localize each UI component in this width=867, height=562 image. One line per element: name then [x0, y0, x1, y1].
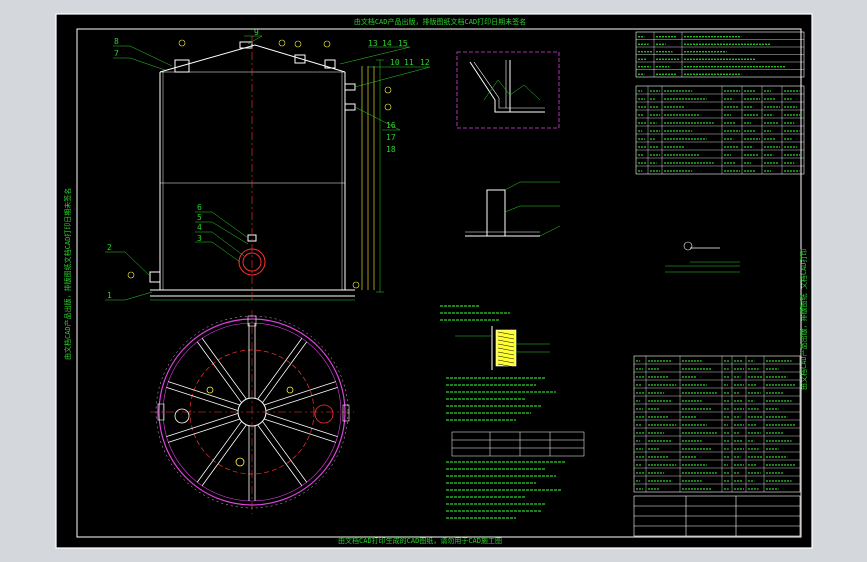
- callout-17: 17: [386, 133, 396, 142]
- callout-7: 7: [114, 49, 119, 58]
- callout-15: 15: [398, 39, 408, 48]
- callout-2: 2: [107, 243, 112, 252]
- callout-4: 4: [197, 223, 202, 232]
- callout-16: 16: [386, 121, 396, 130]
- cad-drawing-sheet: 由文档CAD产品出版，排版图纸文档CAD打印日期未签名 由文档CAD打印生成的C…: [55, 13, 813, 549]
- bottom-banner: 由文档CAD打印生成的CAD图纸，请勿用于CAD施工图: [338, 536, 502, 545]
- left-banner: 由文档CAD产品出版，排版图纸文档CAD打印日期未签名: [63, 188, 72, 360]
- callout-6: 6: [197, 203, 202, 212]
- right-banner: 由文档CAD产品出版，排版图纸 文档CAD打印: [799, 248, 808, 390]
- callout-18: 18: [386, 145, 396, 154]
- callout-12: 12: [420, 58, 430, 67]
- drawing-viewport[interactable]: 由文档CAD产品出版，排版图纸文档CAD打印日期未签名 由文档CAD打印生成的C…: [0, 0, 867, 562]
- callout-9: 9: [254, 28, 259, 37]
- callout-5: 5: [197, 213, 202, 222]
- callout-13: 13: [368, 39, 378, 48]
- callout-10: 10: [390, 58, 400, 67]
- callout-11: 11: [404, 58, 414, 67]
- top-banner: 由文档CAD产品出版，排版图纸文档CAD打印日期未签名: [354, 17, 526, 26]
- callout-8: 8: [114, 37, 119, 46]
- callout-3: 3: [197, 234, 202, 243]
- callout-14: 14: [382, 39, 392, 48]
- callout-1: 1: [107, 291, 112, 300]
